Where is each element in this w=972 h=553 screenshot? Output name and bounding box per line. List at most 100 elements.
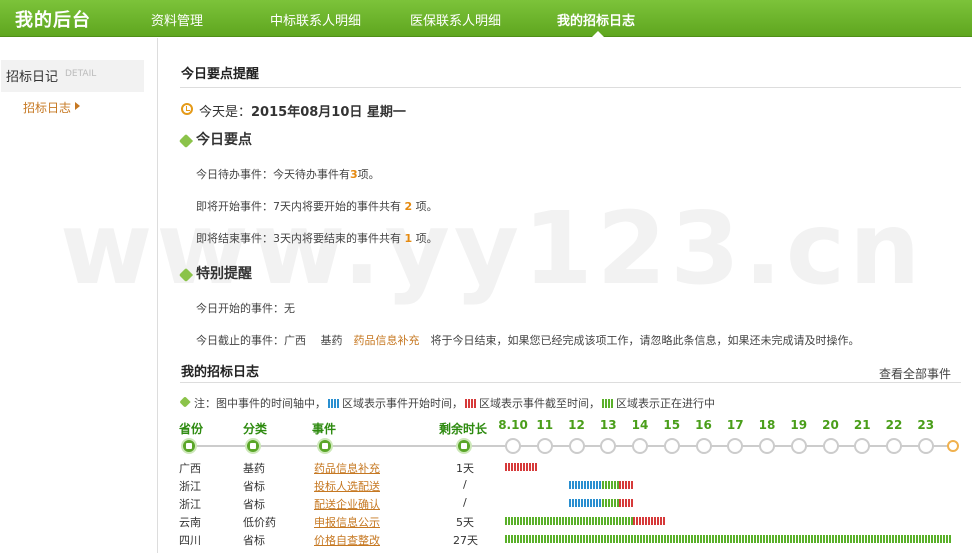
- row-province: 浙江: [179, 480, 201, 493]
- log-section-title: 我的招标日志: [181, 365, 260, 380]
- row-event-link[interactable]: 申报信息公示: [314, 514, 380, 530]
- deadline-bar: [619, 499, 633, 507]
- timeline-day-node: [790, 438, 807, 454]
- nav-winning-contacts[interactable]: 中标联系人明细: [270, 10, 361, 29]
- start-today-text: 今日开始的事件：无: [196, 302, 295, 315]
- timeline-date-label: 18: [758, 418, 776, 432]
- row-event-link[interactable]: 投标人选配送: [314, 478, 380, 494]
- ongoing-bar: [505, 517, 633, 525]
- row-province: 四川: [179, 534, 201, 547]
- timeline-date-label: 14: [631, 418, 649, 432]
- tag-icon: [178, 267, 194, 283]
- start-bar: [569, 499, 602, 507]
- timeline-date-label: 20: [822, 418, 839, 432]
- row-province: 云南: [179, 516, 201, 529]
- divider: [180, 87, 961, 88]
- timeline-date-label: 23: [917, 418, 935, 432]
- row-category: 省标: [243, 480, 265, 493]
- nav-my-bidding-log[interactable]: 我的招标日志: [557, 10, 635, 29]
- row-category: 省标: [243, 534, 265, 547]
- timeline-day-node: [854, 438, 871, 454]
- deadline-bar: [619, 481, 633, 489]
- nav-insurance-contacts[interactable]: 医保联系人明细: [410, 10, 501, 29]
- app-logo[interactable]: 我的后台: [15, 6, 91, 32]
- view-all-events-link[interactable]: 查看全部事件: [879, 365, 951, 382]
- caret-right-icon: [75, 102, 80, 110]
- row-remaining: 1天: [456, 462, 474, 475]
- divider: [180, 382, 961, 383]
- timeline-date-label: 13: [599, 418, 617, 432]
- nav-profile-management[interactable]: 资料管理: [151, 10, 203, 29]
- timeline-date-label: 22: [885, 418, 903, 432]
- timeline-day-node: [568, 438, 585, 454]
- upcoming-start-text: 即将开始事件：7天内将要开始的事件共有 2 项。: [196, 200, 438, 213]
- deadline-today-text: 今日截止的事件：广西 基药 药品信息补充 将于今日结束，如果您已经完成该项工作，…: [196, 334, 860, 347]
- timeline-date-label: 19: [790, 418, 808, 432]
- tag-icon: [178, 133, 194, 149]
- column-province: 省份: [179, 422, 204, 436]
- timeline-day-node: [663, 438, 680, 454]
- row-remaining: /: [463, 496, 467, 509]
- special-reminder-heading: 特别提醒: [196, 266, 252, 282]
- column-event: 事件: [312, 422, 337, 436]
- timeline-day-node: [695, 438, 712, 454]
- upcoming-end-text: 即将结束事件：3天内将要结束的事件共有 1 项。: [196, 232, 438, 245]
- ongoing-bar: [602, 499, 619, 507]
- timeline-day-node: [822, 438, 839, 454]
- timeline-day-node: [886, 438, 902, 454]
- timeline-day-node: [505, 438, 521, 454]
- timeline-date-label: 12: [568, 418, 585, 432]
- ongoing-bar: [505, 535, 952, 543]
- clock-icon: [181, 103, 193, 115]
- row-province: 浙江: [179, 498, 201, 511]
- timeline-date-label: 11: [536, 418, 554, 432]
- row-event-link[interactable]: 配送企业确认: [314, 496, 380, 512]
- row-category: 省标: [243, 498, 265, 511]
- timeline-node: [456, 438, 472, 454]
- row-province: 广西: [179, 462, 201, 475]
- sidebar-subtitle: DETAIL: [65, 69, 97, 79]
- timeline-date-label: 8.10: [498, 418, 528, 432]
- row-event-link[interactable]: 价格自查整改: [314, 532, 380, 548]
- sidebar: 招标日记 DETAIL 招标日志: [0, 38, 158, 553]
- active-nav-indicator: [592, 31, 604, 37]
- deadline-event-link[interactable]: 药品信息补充: [354, 334, 420, 347]
- timeline-date-label: 16: [695, 418, 712, 432]
- row-category: 低价药: [243, 516, 276, 529]
- ongoing-bar: [602, 481, 619, 489]
- timeline-day-node: [632, 438, 648, 454]
- row-remaining: 27天: [453, 534, 478, 547]
- timeline-date-label: 15: [663, 418, 681, 432]
- top-nav-bar: 我的后台 资料管理 中标联系人明细 医保联系人明细 我的招标日志: [0, 0, 972, 37]
- deadline-bar: [505, 463, 537, 471]
- sidebar-title: 招标日记: [6, 70, 59, 85]
- timeline-day-node: [759, 438, 775, 454]
- column-category: 分类: [243, 422, 268, 436]
- start-bar: [569, 481, 602, 489]
- row-remaining: /: [463, 478, 467, 491]
- watermark: www.yy123.cn: [60, 190, 925, 307]
- timeline-day-node: [917, 438, 934, 454]
- timeline-end-node: [947, 440, 959, 452]
- legend-note: 注：图中事件的时间轴中， 区域表示事件开始时间， 区域表示事件截至时间， 区域表示正在…: [194, 397, 715, 410]
- today-date: 今天是：2015年08月10日 星期一: [199, 105, 406, 120]
- timeline-day-node: [536, 438, 553, 454]
- timeline-node: [317, 438, 333, 454]
- deadline-bar: [633, 517, 665, 525]
- timeline-date-label: 17: [726, 418, 744, 432]
- key-points-heading: 今日要点: [196, 132, 252, 148]
- timeline-node: [245, 438, 261, 454]
- row-event-link[interactable]: 药品信息补充: [314, 460, 380, 476]
- row-category: 基药: [243, 462, 265, 475]
- start-legend-icon: [328, 399, 340, 408]
- todo-events-text: 今日待办事件：今天待办事件有3项。: [196, 168, 380, 181]
- tag-icon: [179, 396, 191, 408]
- deadline-legend-icon: [465, 399, 477, 408]
- timeline-node: [181, 438, 197, 454]
- timeline-day-node: [600, 438, 617, 454]
- timeline-day-node: [727, 438, 744, 454]
- column-remaining: 剩余时长: [439, 422, 488, 436]
- sidebar-item-bidding-log[interactable]: 招标日志: [23, 99, 71, 116]
- row-remaining: 5天: [456, 516, 474, 529]
- reminder-section-title: 今日要点提醒: [181, 67, 260, 82]
